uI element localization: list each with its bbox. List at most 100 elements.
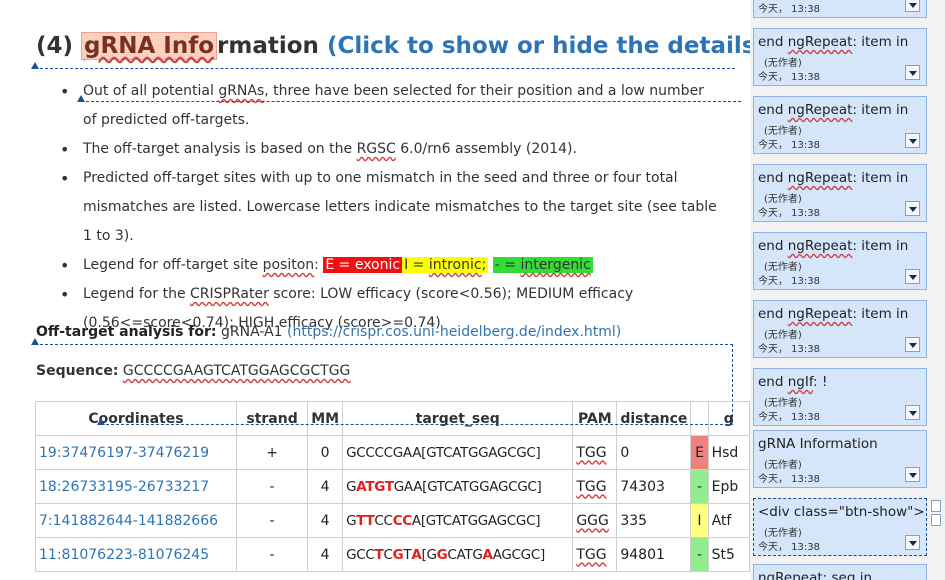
seq-part: CATG xyxy=(447,546,483,563)
comment-balloon[interactable]: end ngIf: ! (无作者) 今天， 13:38 xyxy=(753,368,927,426)
comment-text: : seq in xyxy=(822,570,873,580)
comment-balloon[interactable]: end ngRepeat: item in (无作者) 今天， 13:38 xyxy=(753,300,927,358)
site-tag-cell: - xyxy=(690,469,709,504)
pam-cell: TGG xyxy=(572,469,618,504)
seq-part: GCCCCGAA[GTCATGGAGCGC] xyxy=(346,444,541,461)
comment-text: ngRepeat xyxy=(787,34,853,50)
bullet-item: Out of all potential gRNAs, three have b… xyxy=(60,77,720,135)
comment-time: 今天， 13:38 xyxy=(758,140,820,151)
scroll-up-icon[interactable] xyxy=(931,500,941,512)
comment-balloon[interactable]: end ngRepeat: item in (无作者) 今天， 13:38 xyxy=(753,96,927,154)
comment-balloon[interactable]: end ngRepeat: item in (无作者) 今天， 13:38 xyxy=(753,232,927,290)
coordinate-link[interactable]: 11:81076223-81076245 xyxy=(35,537,237,572)
comment-balloon[interactable]: ngRepeat: seq in xyxy=(753,564,927,580)
target-seq-cell: GATGTGAA[GTCATGGAGCGC] xyxy=(342,469,574,504)
column-header[interactable]: Coordinates xyxy=(35,401,237,436)
seq-part: C xyxy=(383,546,393,563)
comment-text: end xyxy=(758,170,788,186)
legend-text: I = xyxy=(404,257,429,273)
comment-leader-line xyxy=(101,424,733,425)
table-row: 18:26733195-26733217 - 4 GATGTGAA[GTCATGGAG… xyxy=(35,469,750,504)
gene-cell: Epb xyxy=(707,469,750,504)
comment-author: (无作者) xyxy=(764,126,802,137)
bullet-text: The off-target analysis is based on the xyxy=(83,141,357,157)
heading-prefix: (4) xyxy=(36,33,82,59)
seq-part: CC xyxy=(374,512,393,529)
comment-dropdown-icon[interactable] xyxy=(905,133,920,148)
column-header[interactable]: MM xyxy=(307,401,344,436)
mm-cell: 4 xyxy=(307,537,344,572)
legend-text: intergenic xyxy=(520,257,591,273)
comment-dropdown-icon[interactable] xyxy=(905,201,920,216)
comment-dropdown-icon[interactable] xyxy=(905,337,920,352)
comment-dropdown-icon[interactable] xyxy=(905,269,920,284)
comment-dropdown-icon[interactable] xyxy=(905,535,920,550)
offtarget-grna: gRNA-A1 xyxy=(216,324,288,340)
comment-text: end xyxy=(758,374,788,390)
crispr-link[interactable]: (https://crispr.cos.uni-heidelberg.de/in… xyxy=(287,324,621,340)
seq-part: AGCGC] xyxy=(492,546,546,563)
legend-text: - = xyxy=(494,257,521,273)
scroll-down-icon[interactable] xyxy=(931,514,941,526)
comment-author: (无作者) xyxy=(764,330,802,341)
pam-cell: TGG xyxy=(572,435,618,470)
toggle-details-link[interactable]: (Click to show or hide the details.) xyxy=(327,33,750,59)
site-tag-cell: I xyxy=(690,503,709,538)
comment-balloon[interactable]: end ngRepeat: item in (无作者) 今天， 13:38 xyxy=(753,164,927,222)
comment-text: ngRepeat xyxy=(787,306,853,322)
coordinate-link[interactable]: 19:37476197-37476219 xyxy=(35,435,237,470)
column-header[interactable]: target_seq xyxy=(342,401,574,436)
comment-title: end ngRepeat: item in xyxy=(758,306,908,322)
mismatch-base: CC xyxy=(392,512,413,529)
bullet-term: RGSC xyxy=(356,141,396,157)
coordinate-link[interactable]: 18:26733195-26733217 xyxy=(35,469,237,504)
column-header[interactable]: strand xyxy=(235,401,309,436)
sequence-value: GCCCCGAAGTCATGGAGCGCTGG xyxy=(122,363,351,379)
bullet-text: 6.0/rn6 assembly (2014). xyxy=(395,141,577,157)
heading-commented-text[interactable]: gRNA Info xyxy=(81,32,218,60)
comment-title: ngRepeat: seq in xyxy=(758,570,872,580)
column-header[interactable]: distance xyxy=(616,401,692,436)
bullet-term: positon xyxy=(262,257,315,273)
comment-balloon[interactable]: (无作者)今天， 13:38 xyxy=(753,0,927,18)
table-row: 11:81076223-81076245-4 GCCTCGTA[GGCATGAAG… xyxy=(35,537,750,572)
comment-text: ngRepeat xyxy=(787,170,853,186)
comment-text: : item in xyxy=(852,170,909,186)
comment-time: 今天， 13:38 xyxy=(758,4,820,15)
mismatch-base: ATGT xyxy=(356,478,394,495)
section-heading[interactable]: (4) gRNA Info rmation (Click to show or h… xyxy=(36,32,750,60)
comment-author: (无作者) xyxy=(764,194,802,205)
comment-author: (无作者) xyxy=(764,262,802,273)
comment-time: 今天， 13:38 xyxy=(758,72,820,83)
bullet-text: Legend for off-target site xyxy=(83,257,263,273)
heading-rest: rmation xyxy=(217,33,319,59)
comment-title: end ngRepeat: item in xyxy=(758,170,908,186)
bullet-item: The off-target analysis is based on the … xyxy=(60,135,720,164)
comment-balloon[interactable]: <div class="btn-show"> (无作者) 今天， 13:38 xyxy=(753,498,927,556)
comment-text: : item in xyxy=(852,306,909,322)
distance-cell: 94801 xyxy=(616,537,692,572)
comment-dropdown-icon[interactable] xyxy=(905,467,920,482)
site-tag-cell: - xyxy=(690,537,709,572)
column-header[interactable] xyxy=(690,401,709,436)
comment-leader-line xyxy=(81,101,741,102)
comment-dropdown-icon[interactable] xyxy=(905,65,920,80)
comment-time: 今天， 13:38 xyxy=(758,474,820,485)
column-header[interactable]: g xyxy=(707,401,750,436)
distance-cell: 0 xyxy=(616,435,692,470)
mm-cell: 4 xyxy=(307,469,344,504)
comment-dropdown-icon[interactable] xyxy=(905,405,920,420)
comment-text: ngRepeat xyxy=(787,102,853,118)
bullet-text: : xyxy=(314,257,324,273)
seq-part: A[GTCATGGAGCGC] xyxy=(411,512,541,529)
comment-leader-line xyxy=(35,68,735,69)
comment-balloon[interactable]: end ngRepeat: item in (无作者) 今天， 13:38 xyxy=(753,28,927,86)
coordinate-link[interactable]: 7:141882644-141882666 xyxy=(35,503,237,538)
column-header[interactable]: PAM xyxy=(572,401,618,436)
seq-part: GAA[GTCATGGAGCGC] xyxy=(393,478,542,495)
comment-balloon[interactable]: gRNA Information (无作者) 今天， 13:38 xyxy=(753,430,927,488)
pam-cell: GGG xyxy=(572,503,618,538)
comment-title: end ngRepeat: item in xyxy=(758,34,908,50)
comment-time: 今天， 13:38 xyxy=(758,276,820,287)
comment-dropdown-icon[interactable] xyxy=(905,0,920,12)
